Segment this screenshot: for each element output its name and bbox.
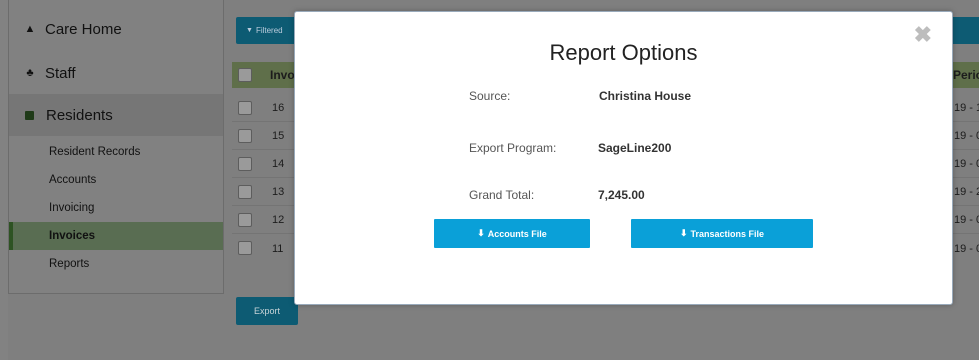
row-checkbox[interactable] [238,129,252,143]
home-icon: ▲ [24,23,36,35]
window-edge [0,0,8,360]
grand-total-value: 7,245.00 [598,188,645,202]
transactions-file-button[interactable]: ⬇ Transactions File [631,219,813,248]
table-row-number: 15 [272,130,285,142]
download-icon: ⬇ [477,228,485,238]
sidebar-item-label: Accounts [49,174,97,186]
table-row-period: 19 - 0 [954,243,979,255]
row-checkbox[interactable] [238,185,252,199]
filter-button[interactable]: ▼ Filtered [236,17,298,44]
grand-total-label: Grand Total: [469,188,535,202]
table-row-number: 13 [272,186,285,198]
accounts-file-button[interactable]: ⬇ Accounts File [434,219,590,248]
report-options-modal: ✖ Report Options Source: Christina House… [294,11,953,305]
table-row-number: 16 [272,102,285,114]
row-checkbox[interactable] [238,241,252,255]
sidebar-item-label: Invoices [49,230,96,242]
row-checkbox[interactable] [238,157,252,171]
sidebar-item-label: Resident Records [49,146,141,158]
table-row-period: 19 - 2 [954,186,979,198]
export-program-value: SageLine200 [598,141,672,155]
export-program-label: Export Program: [469,141,557,155]
sidebar-item-care-home[interactable]: ▲ Care Home [9,8,223,50]
sidebar: ▲ Care Home ♣ Staff Residents Resident R… [8,0,224,294]
sidebar-item-invoicing[interactable]: Invoicing [9,194,223,222]
table-row-period: 19 - 0 [954,130,979,142]
toolbar-right-button[interactable] [953,17,979,44]
users-icon: ♣ [26,67,34,79]
table-row-period: 19 - 1 [954,102,979,114]
row-checkbox[interactable] [238,213,252,227]
square-icon [25,110,34,120]
sidebar-item-label: Staff [45,64,76,82]
sidebar-item-label: Reports [49,258,90,270]
export-button[interactable]: Export [236,297,298,325]
download-icon: ⬇ [679,228,688,238]
sidebar-item-accounts[interactable]: Accounts [9,166,223,194]
table-row-number: 11 [272,243,284,255]
column-header-period[interactable]: Perio [953,68,979,82]
row-checkbox[interactable] [238,101,252,115]
table-row-number: 14 [272,158,285,170]
sidebar-item-staff[interactable]: ♣ Staff [9,52,223,94]
table-row-period: 19 - 0 [954,214,979,226]
sidebar-item-invoices[interactable]: Invoices [9,222,223,250]
sidebar-item-reports[interactable]: Reports [9,250,223,278]
filter-label: Filtered [255,26,283,35]
sidebar-item-label: Residents [46,106,113,124]
source-value: Christina House [599,89,692,103]
sidebar-item-resident-records[interactable]: Resident Records [9,138,223,166]
modal-title: Report Options [549,40,698,65]
table-row-number: 12 [272,214,285,226]
filter-icon: ▼ [246,27,253,34]
accounts-file-label: Accounts File [487,228,547,239]
transactions-file-label: Transactions File [690,228,765,239]
source-label: Source: [469,89,511,103]
select-all-checkbox[interactable] [238,68,252,82]
sidebar-item-label: Care Home [45,20,122,38]
column-header-invoice[interactable]: Invo [270,68,295,82]
table-row-period: 19 - 0 [954,158,979,170]
sidebar-item-label: Invoicing [49,202,95,214]
sidebar-item-residents[interactable]: Residents [9,94,223,136]
